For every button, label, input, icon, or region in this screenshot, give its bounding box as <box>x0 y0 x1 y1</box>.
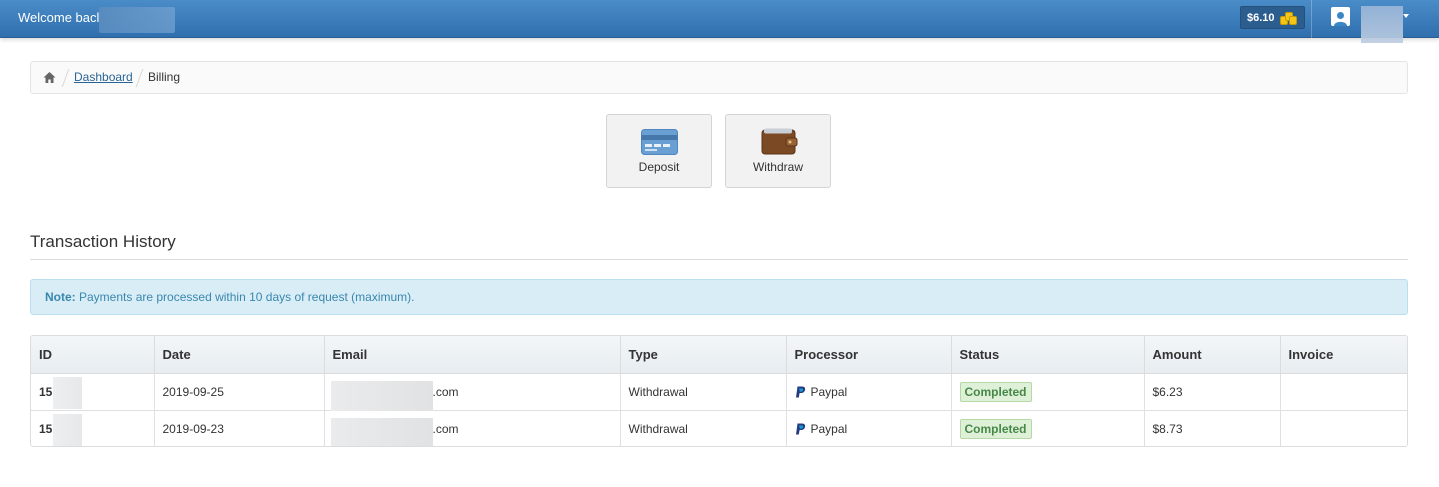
table-row: 15 2019-09-23 .com Withdrawal Paypal Com… <box>31 410 1407 446</box>
balance-amount: $6.10 <box>1247 11 1275 24</box>
invoice-cell <box>1280 373 1407 411</box>
column-header-amount[interactable]: Amount <box>1144 336 1281 374</box>
amount-cell: $8.73 <box>1144 410 1281 446</box>
redacted-id <box>53 413 82 446</box>
amount-cell: $6.23 <box>1144 373 1281 411</box>
status-cell: Completed <box>951 410 1145 446</box>
processor-cell: Paypal <box>786 373 952 411</box>
id-cell: 15 <box>31 373 155 411</box>
note-label: Note: <box>45 290 76 304</box>
deposit-button[interactable]: Deposit <box>606 114 712 188</box>
breadcrumb-separator <box>63 69 71 87</box>
redacted-email <box>330 417 433 446</box>
email-suffix: .com <box>432 421 459 436</box>
invoice-cell <box>1280 410 1407 446</box>
balance-badge[interactable]: $6.10 <box>1240 6 1305 29</box>
table-header-row: ID Date Email Type Processor Status Amou… <box>31 336 1407 374</box>
column-header-date[interactable]: Date <box>154 336 325 374</box>
section-divider <box>30 259 1408 260</box>
email-cell: .com <box>324 410 621 446</box>
type-cell: Withdrawal <box>620 373 787 411</box>
column-header-email[interactable]: Email <box>324 336 621 374</box>
breadcrumb-dashboard-link[interactable]: Dashboard <box>74 70 133 84</box>
chevron-down-icon[interactable] <box>1403 14 1409 18</box>
redacted-id <box>53 376 82 409</box>
processor-cell: Paypal <box>786 410 952 446</box>
welcome-text: Welcome bacl <box>18 10 100 25</box>
breadcrumb-current: Billing <box>148 70 181 84</box>
withdraw-label: Withdraw <box>752 160 803 174</box>
transactions-table: ID Date Email Type Processor Status Amou… <box>30 335 1408 447</box>
processor-name: Paypal <box>810 384 848 399</box>
date-cell: 2019-09-23 <box>154 410 325 446</box>
transaction-id: 15 <box>39 421 53 436</box>
user-icon[interactable] <box>1331 7 1350 26</box>
status-cell: Completed <box>951 373 1145 411</box>
paypal-icon <box>795 386 805 397</box>
column-header-status[interactable]: Status <box>951 336 1145 374</box>
status-badge: Completed <box>959 381 1032 402</box>
email-suffix: .com <box>432 384 459 399</box>
redacted-email <box>330 380 433 411</box>
column-header-type[interactable]: Type <box>620 336 787 374</box>
navbar-divider <box>1311 0 1312 38</box>
note-text: Payments are processed within 10 days of… <box>75 290 415 304</box>
column-header-invoice[interactable]: Invoice <box>1280 336 1407 374</box>
column-header-processor[interactable]: Processor <box>786 336 952 374</box>
paypal-icon <box>795 423 805 435</box>
redacted-username <box>99 7 175 33</box>
date-cell: 2019-09-25 <box>154 373 325 411</box>
withdraw-button[interactable]: Withdraw <box>725 114 831 188</box>
breadcrumb-separator <box>137 69 145 87</box>
info-alert: Note: Payments are processed within 10 d… <box>30 279 1408 315</box>
email-cell: .com <box>324 373 621 411</box>
table-row: 15 2019-09-25 .com Withdrawal Paypal Com… <box>31 373 1407 411</box>
home-icon[interactable] <box>43 71 56 84</box>
transaction-id: 15 <box>39 384 53 399</box>
section-title: Transaction History <box>30 232 176 251</box>
top-navbar: Welcome bacl $6.10 <box>0 0 1439 43</box>
id-cell: 15 <box>31 410 155 446</box>
deposit-label: Deposit <box>638 160 680 174</box>
type-cell: Withdrawal <box>620 410 787 446</box>
coins-icon <box>1279 10 1298 26</box>
credit-card-icon <box>641 129 678 155</box>
processor-name: Paypal <box>810 421 848 436</box>
column-header-id[interactable]: ID <box>31 336 155 374</box>
breadcrumb: Dashboard Billing <box>30 61 1408 94</box>
redacted-user-name[interactable] <box>1361 6 1403 43</box>
wallet-icon <box>761 128 798 156</box>
status-badge: Completed <box>959 418 1032 439</box>
